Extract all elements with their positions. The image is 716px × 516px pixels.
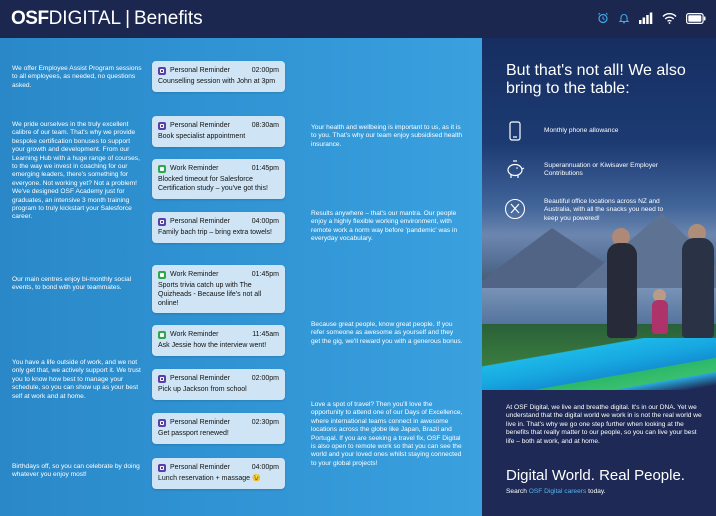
reminder-card[interactable]: Personal Reminder 04:00pm Lunch reservati… <box>152 458 285 489</box>
extras-panel: But that's not all! We also bring to the… <box>482 38 716 516</box>
calendar-icon <box>158 374 166 383</box>
reminder-card[interactable]: Personal Reminder 02:30pm Get passport re… <box>152 413 285 444</box>
social-events-text: Our main centres enjoy bi-monthly social… <box>12 276 132 292</box>
feature-offices: Beautiful office locations across NZ and… <box>504 198 664 223</box>
feature-superannuation: Superannuation or Kiwisaver Employer Con… <box>504 158 664 180</box>
careers-link[interactable]: OSF Digital careers <box>529 488 587 495</box>
benefits-panel: We offer Employee Assist Program session… <box>0 38 482 516</box>
phone-icon <box>509 121 521 141</box>
birthday-text: Birthdays off, so you can celebrate by d… <box>12 463 140 479</box>
brand-benefits: Benefits <box>134 8 203 29</box>
growth-text: We pride ourselves in the truly excellen… <box>12 121 140 221</box>
work-icon <box>158 164 166 173</box>
status-icons <box>597 12 706 24</box>
reminder-card[interactable]: Work Reminder 11:45am Ask Jessie how the … <box>152 325 285 356</box>
work-icon <box>158 270 166 279</box>
work-life-text: You have a life outside of work, and we … <box>12 359 141 400</box>
reminder-card[interactable]: Work Reminder 01:45pm Sports trivia catch… <box>152 265 285 314</box>
referral-text: Because great people, know great people.… <box>311 321 463 345</box>
calendar-icon <box>158 66 166 75</box>
calendar-icon <box>158 418 166 427</box>
health-text: Your health and wellbeing is important t… <box>311 124 463 148</box>
eap-text: We offer Employee Assist Program session… <box>12 65 142 89</box>
brand-title: OSFDIGITAL | Benefits <box>11 8 203 30</box>
remote-text: Results anywhere – that's our mantra. Ou… <box>311 210 458 243</box>
wifi-icon <box>662 13 677 24</box>
feature-phone: Monthly phone allowance <box>504 120 664 142</box>
brand-digital: DIGITAL <box>48 8 122 29</box>
calendar-icon <box>158 217 166 226</box>
brand-separator: | <box>125 8 130 29</box>
brand-osf: OSF <box>11 8 49 29</box>
reminder-card[interactable]: Personal Reminder 08:30am Book specialist… <box>152 116 285 147</box>
reminder-card[interactable]: Personal Reminder 04:00pm Family bach tri… <box>152 212 285 243</box>
work-icon <box>158 330 166 339</box>
cutlery-icon <box>504 198 526 220</box>
careers-cta: Search OSF Digital careers today. <box>506 488 606 495</box>
extras-heading: But that's not all! We also bring to the… <box>506 62 686 97</box>
closing-paragraph: At OSF Digital, we live and breathe digi… <box>506 404 702 445</box>
reminder-card[interactable]: Personal Reminder 02:00pm Pick up Jackson… <box>152 369 285 400</box>
calendar-icon <box>158 463 166 472</box>
tagline: Digital World. Real People. <box>506 467 685 484</box>
calendar-icon <box>158 121 166 130</box>
signal-icon <box>639 12 653 24</box>
piggy-bank-icon <box>507 160 525 178</box>
decorative-wave <box>482 338 716 390</box>
travel-text: Love a spot of travel? Then you'll love … <box>311 401 463 467</box>
reminder-card[interactable]: Personal Reminder 02:00pm Counselling ses… <box>152 61 285 92</box>
reminder-card[interactable]: Work Reminder 01:45pm Blocked timeout for… <box>152 159 285 199</box>
bell-icon[interactable] <box>618 12 630 24</box>
alarm-icon[interactable] <box>597 12 609 24</box>
app-header: OSFDIGITAL | Benefits <box>0 0 716 38</box>
battery-icon <box>686 12 706 24</box>
